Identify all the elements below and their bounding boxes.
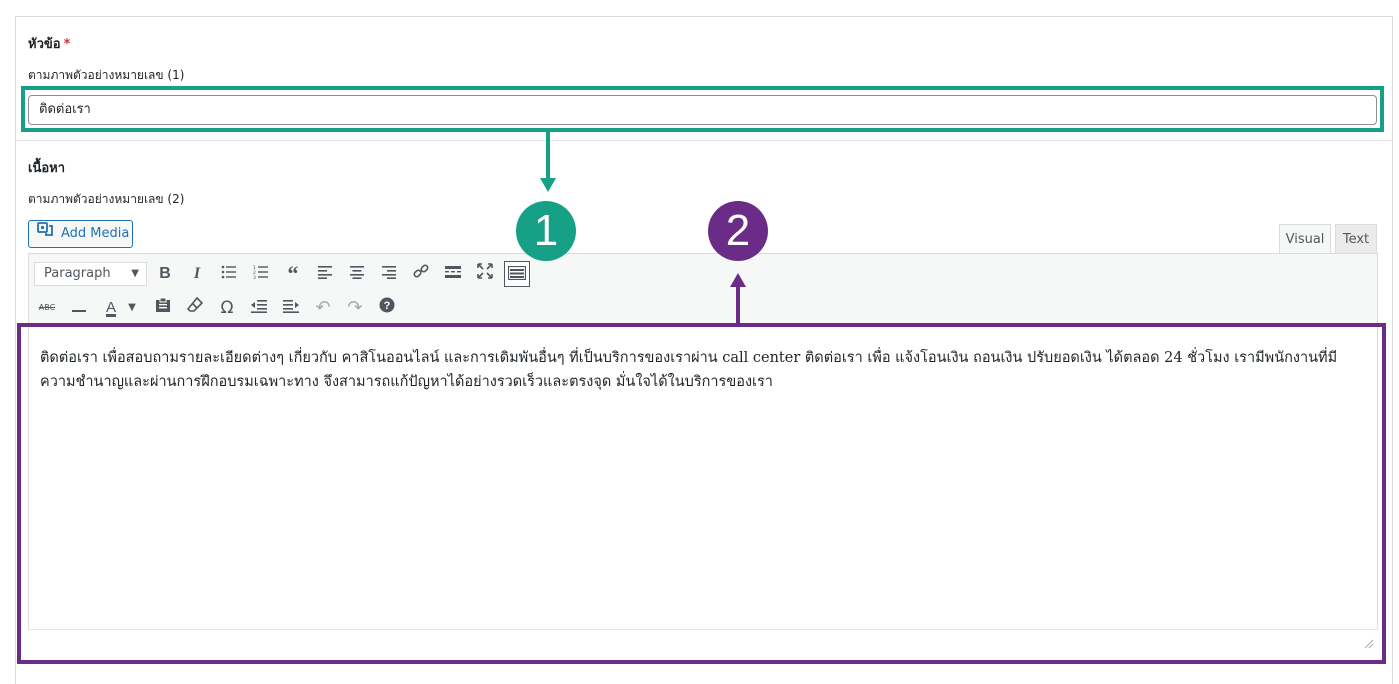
annotation-badge-1: 1 [516, 201, 576, 261]
annotation-badge-2: 2 [708, 201, 768, 261]
annotation-arrows [540, 132, 746, 323]
arrow-1-head [540, 178, 556, 192]
arrow-2-head [730, 273, 746, 287]
